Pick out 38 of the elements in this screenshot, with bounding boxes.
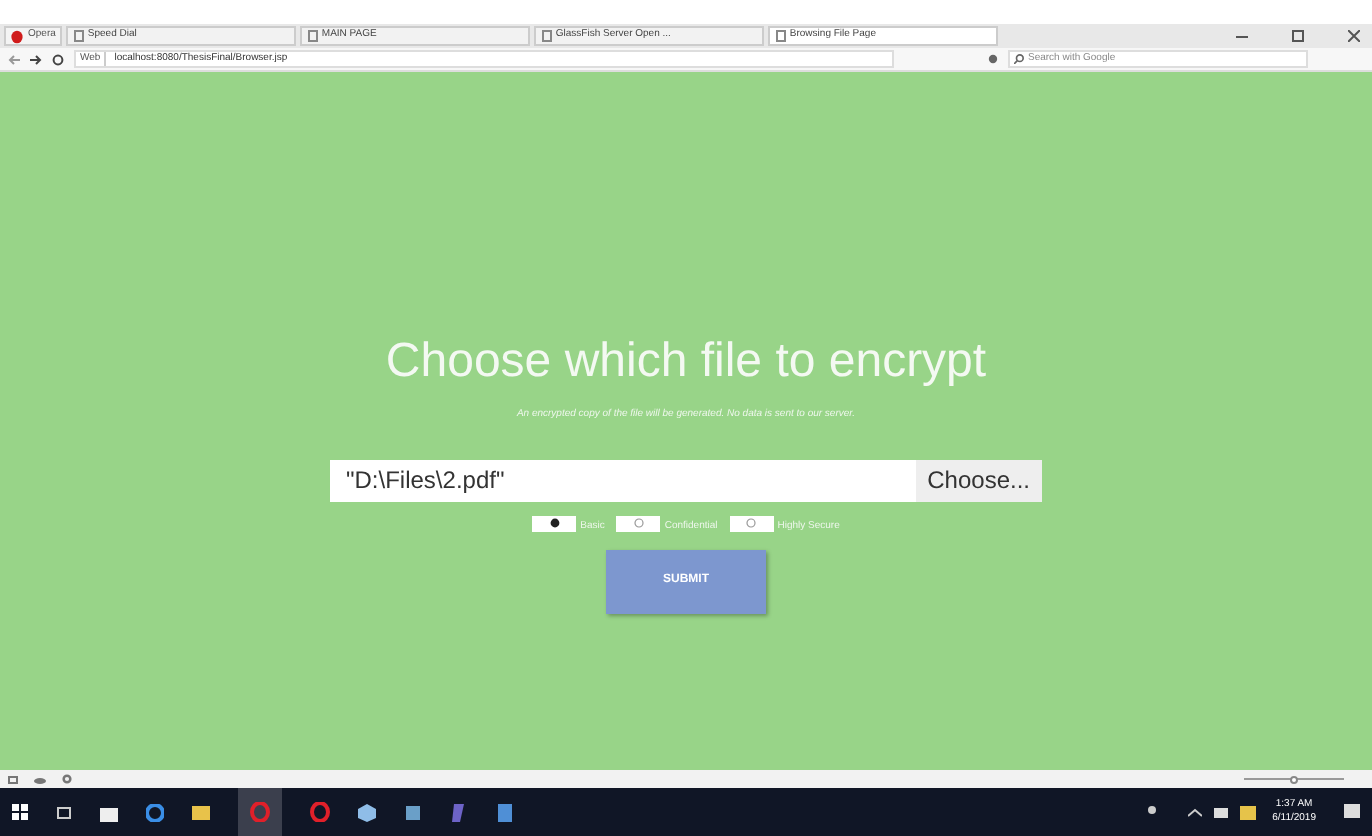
chevron-up-icon[interactable] [1188,807,1203,817]
panel-icon[interactable] [8,775,18,783]
choose-file-button[interactable]: Choose... [915,459,1042,501]
shopping-bag-icon[interactable] [100,803,118,821]
page-icon [307,30,318,42]
zoom-slider[interactable] [1244,775,1344,783]
edge-browser-icon[interactable] [146,803,164,821]
maximize-icon[interactable] [1292,30,1304,42]
radio-circle-icon [633,518,644,528]
zoom-slider-thumb[interactable] [1290,775,1298,783]
back-arrow-icon[interactable] [8,53,20,65]
cube-icon[interactable] [358,803,376,821]
browser-logo-icon [10,29,24,43]
network-icon[interactable] [1240,805,1257,819]
folder-icon[interactable] [192,804,210,820]
opera-icon[interactable] [310,802,330,822]
windows-start-icon[interactable] [12,804,28,820]
page-icon [73,30,84,42]
app-icon[interactable] [450,803,468,821]
page-title: Choose which file to encrypt [385,332,987,392]
radio-button[interactable] [616,515,661,531]
radio-dot-icon [549,518,560,528]
radio-circle-icon [746,518,757,528]
search-icon [1014,54,1024,64]
forward-arrow-icon[interactable] [30,53,42,65]
gear-icon[interactable] [62,774,72,784]
page-icon [775,30,786,42]
notification-icon[interactable] [1344,804,1360,820]
radio-button[interactable] [532,515,577,531]
page-icon [541,30,552,42]
file-path-field[interactable]: "D:\Files\2.pdf" [330,459,916,501]
minimize-icon[interactable] [1236,35,1248,37]
document-icon[interactable] [496,803,514,821]
close-icon[interactable] [1348,30,1360,42]
app-icon[interactable] [404,803,422,821]
radio-button[interactable] [729,515,774,531]
reload-icon[interactable] [52,53,64,65]
task-view-icon[interactable] [56,805,72,819]
